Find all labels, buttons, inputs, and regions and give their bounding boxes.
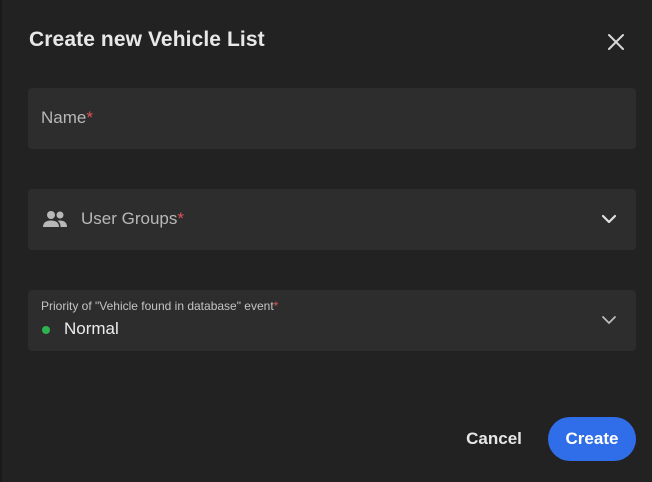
name-field-placeholder: Name*	[41, 108, 93, 128]
user-groups-placeholder-text: User Groups	[81, 209, 178, 228]
priority-required-mark: *	[273, 299, 279, 313]
user-groups-select[interactable]: User Groups*	[28, 189, 636, 250]
priority-label: Priority of "Vehicle found in database" …	[41, 299, 278, 313]
people-icon	[43, 211, 67, 227]
dialog-edge	[0, 0, 2, 482]
priority-value: Normal	[64, 319, 119, 338]
priority-select[interactable]: Priority of "Vehicle found in database" …	[28, 290, 636, 351]
priority-label-text: Priority of "Vehicle found in database" …	[41, 299, 274, 313]
close-icon	[608, 34, 624, 50]
name-field[interactable]: Name*	[28, 88, 636, 149]
close-button[interactable]	[602, 28, 630, 56]
name-placeholder-text: Name	[41, 108, 87, 127]
dialog-title: Create new Vehicle List	[29, 28, 265, 51]
chevron-down-icon	[601, 214, 617, 224]
create-button[interactable]: Create	[548, 417, 636, 461]
user-groups-required-mark: *	[177, 209, 184, 228]
chevron-down-icon	[602, 316, 616, 324]
name-required-mark: *	[86, 108, 93, 127]
cancel-button[interactable]: Cancel	[456, 417, 532, 461]
priority-status-dot	[42, 326, 50, 334]
create-vehicle-list-dialog: Create new Vehicle List Name* User Group…	[0, 0, 652, 482]
user-groups-placeholder: User Groups*	[81, 209, 184, 229]
